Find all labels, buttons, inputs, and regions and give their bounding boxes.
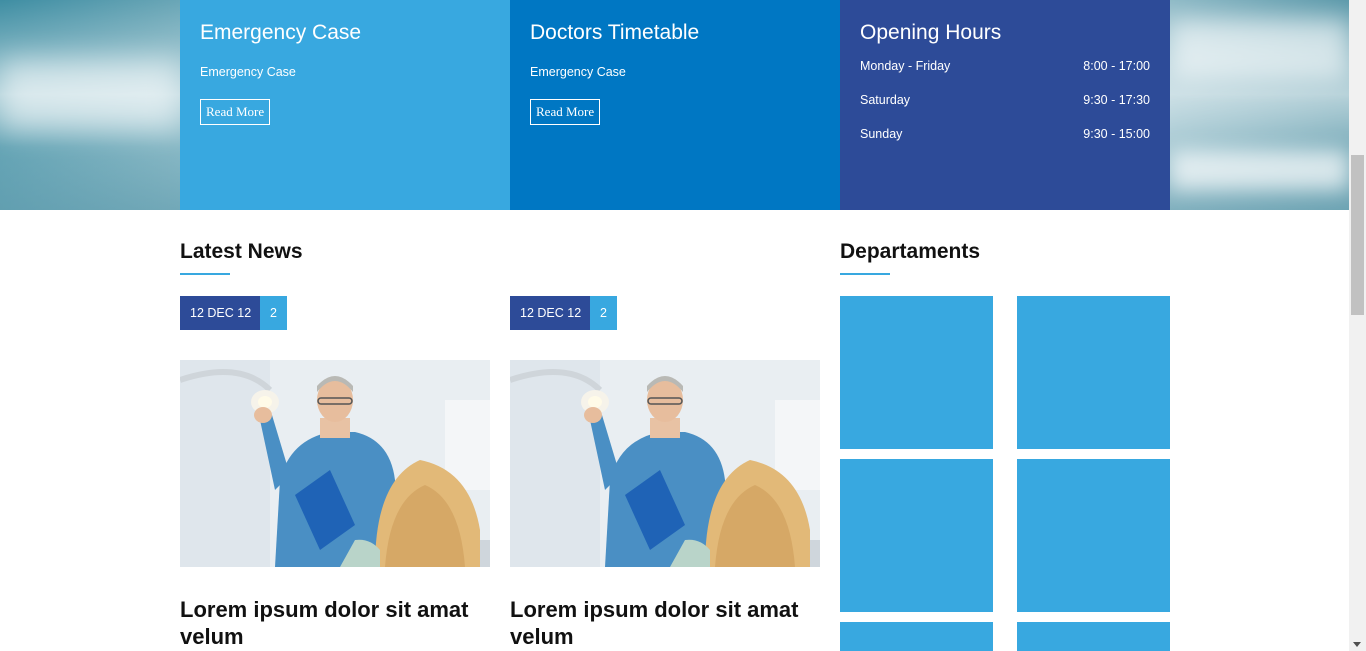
- department-tile[interactable]: [1017, 296, 1170, 449]
- emergency-case-card: Emergency Case Emergency Case Read More: [180, 0, 510, 210]
- hero-background-left: [0, 60, 180, 130]
- doctors-timetable-card: Doctors Timetable Emergency Case Read Mo…: [510, 0, 840, 210]
- vertical-scrollbar[interactable]: [1349, 0, 1366, 651]
- hours-day: Saturday: [860, 93, 911, 107]
- department-tile[interactable]: [840, 459, 993, 612]
- department-tile[interactable]: [840, 296, 993, 449]
- news-image[interactable]: [510, 360, 820, 567]
- news-date-badge: 12 DEC 12: [180, 296, 262, 330]
- hours-row: Saturday 9:30 - 17:30: [860, 93, 1150, 127]
- card-title: Doctors Timetable: [530, 21, 700, 44]
- news-title-link[interactable]: Lorem ipsum dolor sit amat velum: [510, 596, 820, 650]
- departments-heading: Departaments: [840, 240, 981, 263]
- department-tile[interactable]: [1017, 459, 1170, 612]
- read-more-button[interactable]: Read More: [530, 99, 601, 125]
- card-text: Emergency Case: [530, 65, 626, 79]
- hero-background-right: [1170, 20, 1349, 80]
- page: Emergency Case Emergency Case Read More …: [0, 0, 1349, 651]
- hours-time: 9:30 - 15:00: [1083, 127, 1150, 141]
- hours-day: Monday - Friday: [860, 59, 951, 73]
- news-comment-count: 2: [260, 296, 287, 330]
- hours-list: Monday - Friday 8:00 - 17:00 Saturday 9:…: [860, 59, 1150, 161]
- latest-news-heading: Latest News: [180, 240, 303, 263]
- card-title: Emergency Case: [200, 21, 362, 44]
- scrollbar-thumb[interactable]: [1351, 155, 1364, 315]
- department-tile[interactable]: [840, 622, 993, 651]
- news-image[interactable]: [180, 360, 490, 567]
- card-text: Emergency Case: [200, 65, 296, 79]
- hours-time: 8:00 - 17:00: [1083, 59, 1150, 73]
- dentist-photo: [510, 360, 820, 567]
- hours-row: Monday - Friday 8:00 - 17:00: [860, 59, 1150, 93]
- opening-hours-card: Opening Hours Monday - Friday 8:00 - 17:…: [840, 0, 1170, 210]
- hours-day: Sunday: [860, 127, 903, 141]
- heading-underline: [840, 273, 890, 275]
- news-date-badge: 12 DEC 12: [510, 296, 592, 330]
- news-comment-count: 2: [590, 296, 617, 330]
- hero-background-right-lower: [1170, 150, 1349, 190]
- dentist-photo: [180, 360, 490, 567]
- hours-row: Sunday 9:30 - 15:00: [860, 127, 1150, 161]
- heading-underline: [180, 273, 230, 275]
- department-tile[interactable]: [1017, 622, 1170, 651]
- hours-time: 9:30 - 17:30: [1083, 93, 1150, 107]
- read-more-button[interactable]: Read More: [200, 99, 271, 125]
- scroll-down-arrow-icon[interactable]: [1353, 642, 1361, 647]
- card-title: Opening Hours: [860, 21, 1002, 44]
- news-title-link[interactable]: Lorem ipsum dolor sit amat velum: [180, 596, 490, 650]
